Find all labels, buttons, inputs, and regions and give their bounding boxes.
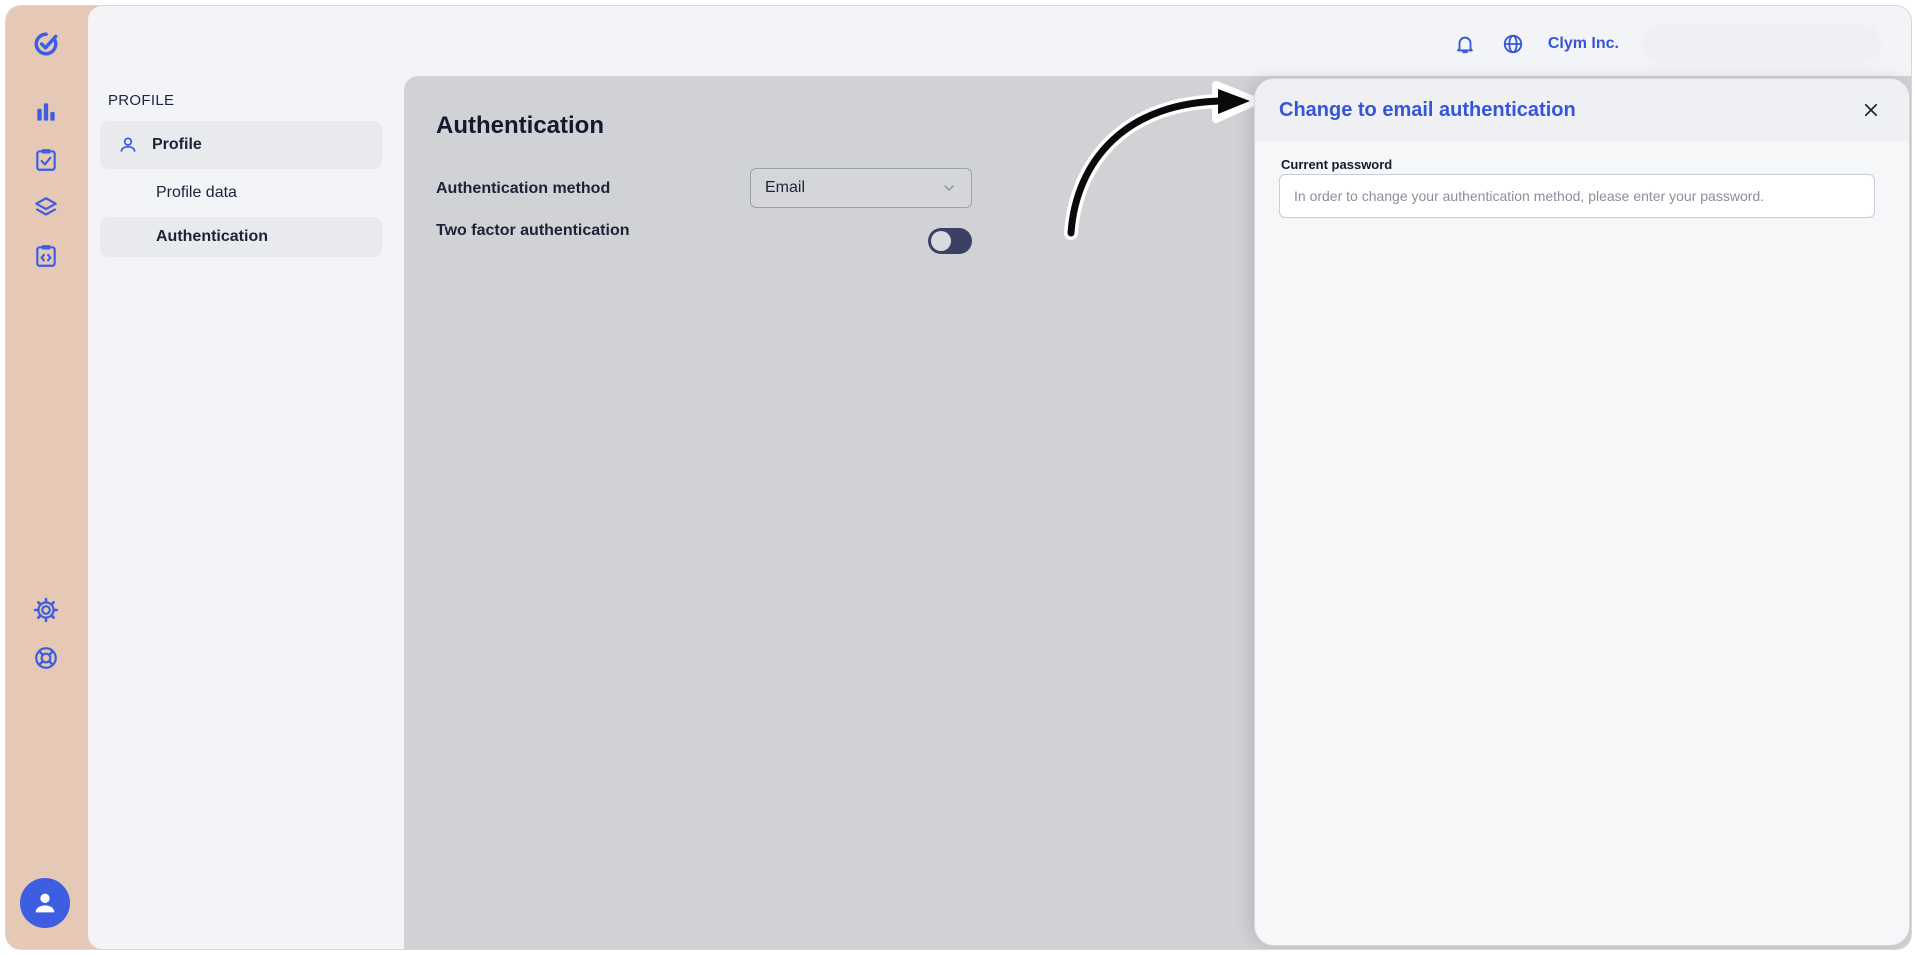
change-auth-drawer: Change to email authentication Current p…: [1254, 78, 1910, 946]
lifebuoy-icon[interactable]: [28, 640, 64, 676]
layers-icon[interactable]: [28, 190, 64, 226]
profile-subnav: PROFILE Profile Profile data Authenticat…: [100, 76, 382, 261]
current-password-label: Current password: [1281, 157, 1393, 172]
user-avatar-icon[interactable]: [20, 878, 70, 928]
drawer-title: Change to email authentication: [1279, 98, 1576, 121]
current-password-input[interactable]: [1279, 174, 1875, 218]
close-icon[interactable]: [1859, 98, 1883, 122]
person-icon: [120, 137, 136, 152]
subnav-item-label: Authentication: [156, 228, 268, 245]
org-name[interactable]: Clym Inc.: [1548, 35, 1619, 53]
subnav-item-label: Profile data: [156, 184, 237, 201]
code-clipboard-icon[interactable]: [28, 238, 64, 274]
subnav-item-authentication[interactable]: Authentication: [100, 217, 382, 257]
auth-method-label: Authentication method: [436, 180, 611, 197]
chevron-down-icon: [944, 185, 954, 191]
top-bar: Clym Inc.: [1452, 24, 1881, 64]
settings-gear-icon[interactable]: [28, 592, 64, 628]
two-factor-toggle[interactable]: [928, 228, 972, 254]
account-menu[interactable]: [1641, 24, 1881, 64]
subnav-item-profile-data[interactable]: Profile data: [100, 173, 382, 213]
brand-logo-icon[interactable]: [28, 26, 64, 62]
annotation-arrow-icon: [1064, 81, 1260, 240]
toggle-knob: [931, 231, 951, 251]
window-frame: Clym Inc. PROFILE Profile Profile data A…: [5, 5, 1912, 950]
two-factor-label: Two factor authentication: [436, 222, 630, 239]
auth-method-value: Email: [765, 179, 806, 196]
bell-icon[interactable]: [1452, 31, 1478, 57]
auth-method-select[interactable]: Email: [750, 168, 972, 208]
icon-rail: [6, 6, 88, 949]
globe-icon[interactable]: [1500, 31, 1526, 57]
bar-chart-icon[interactable]: [28, 94, 64, 130]
page-title: Authentication: [436, 112, 604, 139]
checklist-icon[interactable]: [28, 142, 64, 178]
subnav-item-label: Profile: [152, 136, 202, 153]
subnav-section-title: PROFILE: [108, 92, 175, 109]
drawer-header: Change to email authentication: [1255, 79, 1909, 141]
subnav-item-profile[interactable]: Profile: [100, 121, 382, 169]
